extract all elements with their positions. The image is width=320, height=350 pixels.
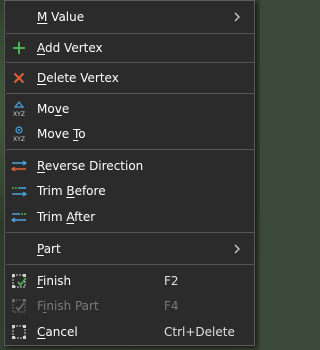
trim-before-icon: [12, 187, 27, 197]
separator: [6, 232, 254, 233]
finish-part-icon: [12, 299, 26, 313]
menu-item-label: Add Vertex: [37, 41, 103, 55]
menu-item-label: Move: [37, 102, 70, 116]
cancel-icon: [12, 325, 26, 339]
menu-item-delete-vertex[interactable]: Delete Vertex: [5, 65, 254, 91]
menu-item-label: Delete Vertex: [37, 71, 119, 85]
menu-item-label: Finish Part: [37, 299, 99, 313]
move-xyz-icon: XYZ: [13, 101, 25, 118]
menu-item-reverse-direction[interactable]: Reverse Direction: [5, 153, 254, 179]
separator: [6, 33, 254, 34]
menu-item-part[interactable]: Part: [5, 236, 254, 262]
chevron-right-icon: [234, 244, 240, 254]
menu-item-finish[interactable]: Finish F2: [5, 268, 254, 294]
menu-item-label: Cancel: [37, 325, 78, 339]
menu-item-add-vertex[interactable]: Add Vertex: [5, 35, 254, 61]
menu-item-label: Part: [37, 242, 61, 256]
separator: [6, 62, 254, 63]
shortcut-label: F4: [164, 299, 179, 313]
trim-after-icon: [11, 213, 26, 223]
menu-item-label: Trim Before: [37, 184, 106, 198]
menu-item-label: Trim After: [37, 210, 96, 224]
finish-icon: [12, 274, 27, 288]
svg-text:XYZ: XYZ: [13, 136, 25, 143]
move-to-xyz-icon: XYZ: [13, 126, 25, 143]
menu-item-m-value[interactable]: M Value: [5, 4, 254, 30]
shortcut-label: Ctrl+Delete: [164, 325, 235, 339]
plus-icon: [13, 42, 25, 54]
separator: [6, 149, 254, 150]
menu-item-trim-after[interactable]: Trim After: [5, 204, 254, 230]
reverse-direction-icon: [11, 160, 27, 172]
x-icon: [13, 72, 25, 84]
menu-item-label: Move To: [37, 127, 86, 141]
menu-item-cancel[interactable]: Cancel Ctrl+Delete: [5, 319, 254, 345]
menu-item-label: M Value: [37, 10, 85, 24]
svg-text:XYZ: XYZ: [13, 111, 25, 118]
separator: [6, 93, 254, 94]
chevron-right-icon: [234, 12, 240, 22]
separator: [6, 264, 254, 265]
menu-item-move[interactable]: XYZ Move: [5, 96, 254, 122]
menu-item-label: Reverse Direction: [37, 159, 144, 173]
menu-item-label: Finish: [37, 274, 72, 288]
context-menu: M Value Add Vertex Delete Vertex XYZ Mov…: [4, 0, 255, 346]
menu-item-move-to[interactable]: XYZ Move To: [5, 121, 254, 147]
menu-item-finish-part[interactable]: Finish Part F4: [5, 293, 254, 319]
shortcut-label: F2: [164, 274, 179, 288]
menu-item-trim-before[interactable]: Trim Before: [5, 178, 254, 204]
